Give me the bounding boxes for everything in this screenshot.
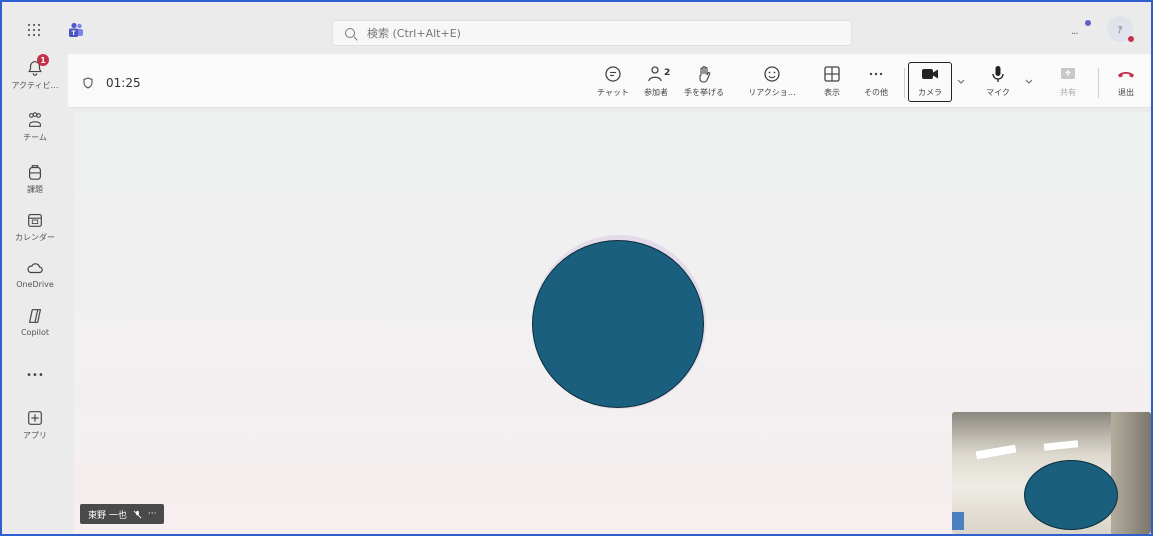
- share-label: 共有: [1060, 88, 1076, 97]
- rail-label: Copilot: [20, 328, 50, 337]
- hand-icon: [699, 65, 711, 83]
- raise-hand-label: 手を挙げる: [684, 88, 724, 97]
- more-button[interactable]: その他: [854, 64, 898, 104]
- microphone-icon: [992, 66, 1004, 82]
- share-screen-icon: [1061, 68, 1075, 79]
- smiley-icon: [764, 66, 780, 82]
- search-box[interactable]: [332, 20, 852, 46]
- rail-item-more[interactable]: •••: [2, 366, 68, 410]
- title-bar: T ··· ｱ: [2, 2, 1151, 54]
- share-button[interactable]: 共有: [1046, 64, 1090, 104]
- participant-name: 東野 一也: [88, 510, 127, 521]
- rail-label: OneDrive: [16, 280, 54, 289]
- rail-label: カレンダー: [15, 233, 55, 242]
- toolbar-divider: [904, 68, 905, 98]
- self-video-preview[interactable]: [952, 412, 1151, 534]
- participants-label: 参加者: [644, 88, 668, 97]
- presence-busy-icon: [1127, 35, 1135, 43]
- rail-label: アプリ: [23, 431, 47, 440]
- rail-label: チーム: [23, 133, 47, 142]
- cloud-icon: [27, 263, 43, 274]
- activity-badge: 1: [37, 54, 49, 66]
- more-label: その他: [864, 88, 888, 97]
- rail-item-assignments[interactable]: 課題: [2, 162, 68, 206]
- video-shelf: [1111, 412, 1151, 534]
- people-icon: [648, 66, 662, 82]
- video-camera-icon: [922, 69, 938, 79]
- more-apps-icon: •••: [26, 370, 44, 381]
- view-button[interactable]: 表示: [810, 64, 854, 104]
- hang-up-icon: [1118, 72, 1134, 78]
- leave-button[interactable]: 退出: [1104, 64, 1148, 104]
- rail-item-apps[interactable]: アプリ: [2, 408, 68, 452]
- participants-count: 2: [664, 68, 671, 78]
- add-app-icon: [28, 411, 42, 425]
- teams-logo-icon: T: [68, 22, 84, 38]
- shield-icon: [83, 77, 93, 89]
- participant-name-tag[interactable]: 東野 一也 ···: [80, 504, 165, 524]
- meeting-toolbar: 01:25 チャット 2 参加者 手を挙げる リアクショ… 表示 その他 カメラ…: [68, 54, 1151, 108]
- timer-text: 01:25: [106, 76, 141, 90]
- toolbar-divider: [1098, 68, 1099, 98]
- search-input[interactable]: [367, 26, 851, 40]
- video-ceiling: [952, 412, 1112, 442]
- reactions-button[interactable]: リアクショ…: [748, 64, 796, 104]
- self-avatar: [1024, 460, 1118, 530]
- mic-options-chevron-icon[interactable]: [1024, 76, 1034, 86]
- search-icon: [345, 28, 355, 38]
- view-label: 表示: [824, 88, 840, 97]
- mic-label: マイク: [986, 88, 1010, 97]
- app-rail: 1 アクティビ… チーム 課題 カレンダー OneDrive Copilot •…: [2, 54, 68, 534]
- camera-options-chevron-icon[interactable]: [956, 76, 966, 86]
- rail-item-copilot[interactable]: Copilot: [2, 306, 68, 350]
- participants-button[interactable]: 2 参加者: [634, 64, 678, 104]
- ellipsis-icon: [869, 72, 883, 76]
- grid-view-icon: [824, 66, 840, 82]
- app-launcher-icon[interactable]: [28, 24, 42, 38]
- leave-label: 退出: [1118, 88, 1134, 97]
- rail-item-onedrive[interactable]: OneDrive: [2, 258, 68, 302]
- copilot-icon: [28, 309, 42, 323]
- video-object: [952, 512, 964, 530]
- participant-avatar[interactable]: [532, 240, 704, 408]
- chat-label: チャット: [597, 88, 629, 97]
- settings-more-icon[interactable]: ···: [1071, 18, 1093, 40]
- meeting-timer: 01:25: [82, 76, 141, 90]
- video-light: [975, 444, 1017, 460]
- rail-item-calendar[interactable]: カレンダー: [2, 210, 68, 254]
- rail-item-activity[interactable]: 1 アクティビ…: [2, 54, 68, 102]
- rail-item-teams[interactable]: チーム: [2, 110, 68, 154]
- chat-button[interactable]: チャット: [591, 64, 635, 104]
- rail-label: 課題: [27, 185, 43, 194]
- reactions-label: リアクショ…: [748, 88, 796, 97]
- backpack-icon: [29, 165, 41, 180]
- calendar-icon: [28, 214, 42, 227]
- profile-avatar[interactable]: ｱ: [1107, 16, 1135, 43]
- camera-button[interactable]: カメラ: [908, 64, 952, 104]
- name-tag-more: ···: [147, 509, 157, 519]
- meeting-stage: 東野 一也 ···: [74, 112, 1151, 534]
- raise-hand-button[interactable]: 手を挙げる: [682, 64, 726, 104]
- chat-icon: [605, 66, 621, 82]
- mic-button[interactable]: マイク: [976, 64, 1020, 104]
- mic-muted-icon: [133, 510, 142, 518]
- teams-window: T ··· ｱ 1 アクティビ…: [2, 2, 1151, 534]
- profile-initial: ｱ: [1117, 25, 1123, 36]
- teams-people-icon: [29, 112, 41, 127]
- rail-label: アクティビ…: [11, 81, 59, 90]
- camera-label: カメラ: [918, 88, 942, 97]
